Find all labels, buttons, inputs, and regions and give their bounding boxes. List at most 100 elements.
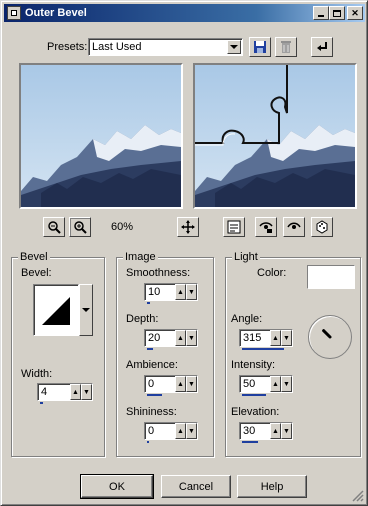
dropdown-icon[interactable]: ▼ [186,423,197,439]
light-group-title: Light [232,251,260,263]
angle-slider[interactable] [242,348,284,350]
delete-preset-button[interactable] [275,37,297,57]
angle-needle-icon [322,329,332,339]
close-button[interactable]: ✕ [347,6,363,20]
randomize-button[interactable] [311,217,333,237]
zoom-in-icon [74,221,87,234]
chevron-down-icon [82,308,90,312]
ok-button[interactable]: OK [80,474,154,499]
smoothness-value: 10 [148,286,161,298]
dropdown-icon[interactable]: ▼ [281,330,292,346]
mountain-image [21,65,181,207]
ambience-spinner[interactable]: 0 ▲ ▼ [144,375,198,396]
spin-updown-icon[interactable]: ▲ [270,330,281,346]
resize-grip-icon[interactable] [352,490,364,502]
ambience-slider[interactable] [147,394,162,396]
presets-dropdown[interactable]: Last Used [88,38,243,56]
bevel-shape-icon [42,297,70,325]
spin-updown-icon[interactable]: ▲ [270,423,281,439]
angle-dial[interactable] [308,315,352,359]
width-label: Width: [21,368,53,380]
maximize-button[interactable] [329,6,345,20]
presets-row: Presets: Last Used [1,37,368,57]
dice-icon [316,220,328,234]
elevation-value: 30 [243,425,256,437]
reset-button[interactable] [311,37,333,57]
angle-value: 315 [243,332,262,344]
app-icon [7,6,21,20]
bevel-label: Bevel: [21,267,52,279]
spin-updown-icon[interactable]: ▲ [175,284,186,300]
smoothness-spinner[interactable]: 10 ▲ ▼ [144,283,198,304]
dropdown-icon[interactable]: ▼ [81,384,92,400]
chevron-down-icon[interactable] [227,40,241,54]
depth-slider[interactable] [147,348,153,350]
dropdown-icon[interactable]: ▼ [186,284,197,300]
pan-button[interactable] [177,217,199,237]
zoom-out-button[interactable] [43,217,65,237]
shininess-label: Shininess: [126,406,177,418]
ambience-value: 0 [148,378,155,390]
elevation-label: Elevation: [231,406,280,418]
minimize-button[interactable] [313,6,329,20]
shininess-spinner[interactable]: 0 ▲ ▼ [144,422,198,443]
shininess-slider[interactable] [147,441,149,443]
presets-label: Presets: [47,41,88,53]
image-group-title: Image [123,251,158,263]
bevel-group-title: Bevel [18,251,50,263]
width-spinner[interactable]: 4 ▲ ▼ [37,383,93,404]
save-preset-button[interactable] [249,37,271,57]
intensity-label: Intensity: [231,359,276,371]
move-icon [181,220,195,234]
intensity-slider[interactable] [242,394,266,396]
presets-value: Last Used [92,41,142,53]
trash-icon [281,41,291,53]
dropdown-icon[interactable]: ▼ [281,376,292,392]
minimize-icon [318,14,324,17]
eye-icon [287,222,301,229]
spin-updown-icon[interactable]: ▲ [270,376,281,392]
title-bar[interactable]: Outer Bevel ✕ [4,4,365,22]
outer-bevel-dialog: Outer Bevel ✕ Presets: Last Used 60% Bev… [0,0,368,506]
auto-proof-button[interactable] [255,217,277,237]
bevel-shape-swatch[interactable] [33,284,79,336]
spin-updown-icon[interactable]: ▲ [175,376,186,392]
result-preview[interactable] [193,63,357,209]
intensity-value: 50 [243,378,256,390]
zoom-in-button[interactable] [69,217,91,237]
return-arrow-icon [317,42,327,51]
spin-updown-icon[interactable]: ▲ [70,384,81,400]
width-value: 4 [41,386,48,398]
smoothness-slider[interactable] [147,302,150,304]
depth-spinner[interactable]: 20 ▲ ▼ [144,329,198,350]
zoom-level: 60% [111,221,134,233]
angle-spinner[interactable]: 315 ▲ ▼ [239,329,293,350]
light-color-swatch[interactable] [307,265,355,289]
depth-value: 20 [148,332,161,344]
dropdown-icon[interactable]: ▼ [281,423,292,439]
spin-updown-icon[interactable]: ▲ [175,423,186,439]
help-button[interactable]: Help [237,475,307,498]
ambience-label: Ambience: [126,359,178,371]
bevel-shape-dropdown[interactable] [79,284,93,336]
original-preview[interactable] [19,63,183,209]
maximize-icon [333,9,341,17]
close-icon: ✕ [351,7,359,18]
show-original-button[interactable] [283,217,305,237]
angle-label: Angle: [231,313,263,325]
proof-toggle-button[interactable] [223,217,245,237]
depth-label: Depth: [126,313,159,325]
elevation-slider[interactable] [242,441,258,443]
eye-lock-icon [259,222,273,233]
cancel-button[interactable]: Cancel [161,475,231,498]
elevation-spinner[interactable]: 30 ▲ ▼ [239,422,293,443]
bevel-result-image [195,65,355,207]
smoothness-label: Smoothness: [126,267,191,279]
shininess-value: 0 [148,425,155,437]
spin-updown-icon[interactable]: ▲ [175,330,186,346]
dropdown-icon[interactable]: ▼ [186,330,197,346]
width-slider[interactable] [40,402,43,404]
intensity-spinner[interactable]: 50 ▲ ▼ [239,375,293,396]
dropdown-icon[interactable]: ▼ [186,376,197,392]
save-icon [254,41,266,53]
